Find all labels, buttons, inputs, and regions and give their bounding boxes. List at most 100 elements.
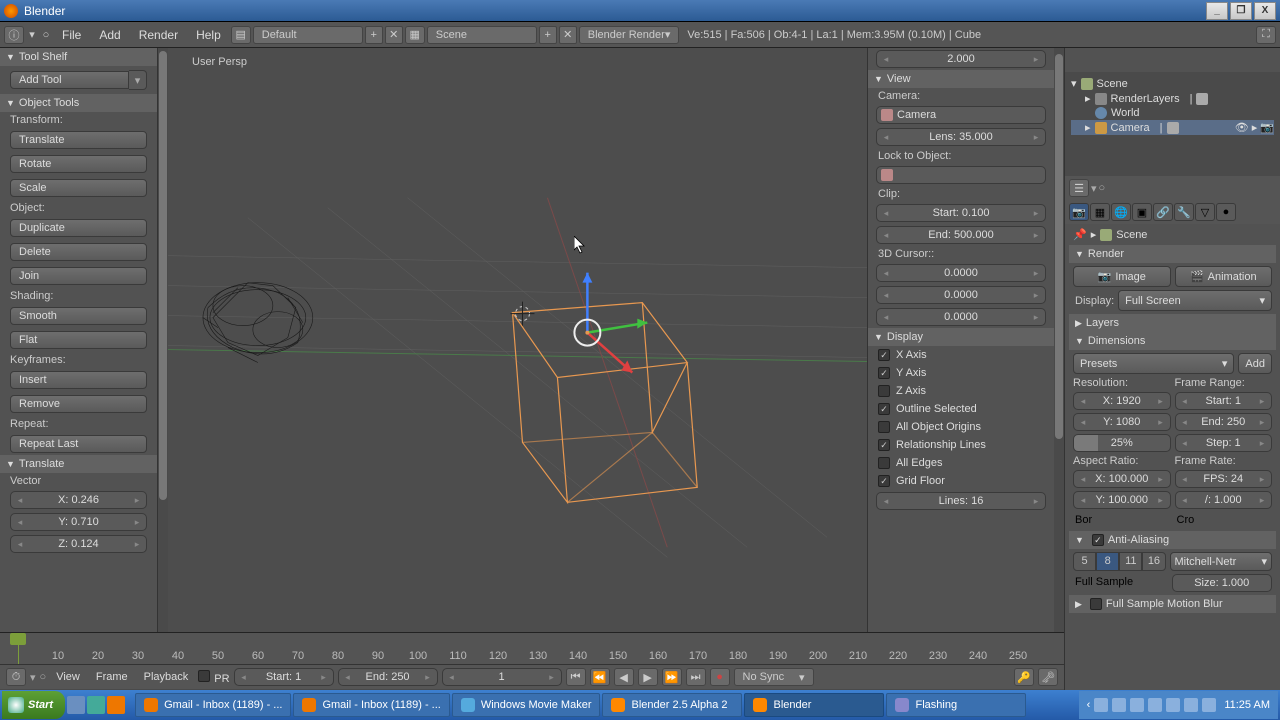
vector-x-field[interactable]: ◂X: 0.246▸ <box>10 491 147 509</box>
delete-keying-button[interactable]: 🗝 <box>1038 668 1058 686</box>
maximize-button[interactable]: ❐ <box>1230 2 1252 20</box>
border-checkbox[interactable]: Bor <box>1073 512 1171 528</box>
dimensions-panel-header[interactable]: ▼Dimensions <box>1069 332 1276 350</box>
screen-layout-select[interactable]: Default <box>253 26 363 44</box>
jump-start-button[interactable]: ⏮ <box>566 668 586 686</box>
chevron-down-icon[interactable]: ▾ <box>26 26 38 44</box>
3d-viewport[interactable]: User Persp (1) Cube ▣ ▾○ View Select Obj… <box>168 48 868 690</box>
tab-render[interactable]: 📷 <box>1069 203 1089 221</box>
vector-y-field[interactable]: ◂Y: 0.710▸ <box>10 513 147 531</box>
outline-checkbox[interactable]: Outline Selected <box>868 400 1054 418</box>
tab-material[interactable]: ● <box>1216 203 1236 221</box>
view-panel-header[interactable]: ▼View <box>868 70 1054 88</box>
outliner-world-row[interactable]: World <box>1071 106 1274 120</box>
menu-add[interactable]: Add <box>91 28 128 42</box>
fps-field[interactable]: ◂FPS: 24▸ <box>1175 470 1273 488</box>
camera-field[interactable]: Camera <box>876 106 1046 124</box>
filter-size-field[interactable]: Size: 1.000 <box>1172 574 1273 592</box>
quicklaunch-desktop-icon[interactable] <box>67 696 85 714</box>
render-image-button[interactable]: 📷Image <box>1073 266 1171 287</box>
res-x-field[interactable]: ◂X: 1920▸ <box>1073 392 1171 410</box>
frame-end-field[interactable]: ◂End: 250▸ <box>1175 413 1273 431</box>
lens-field[interactable]: ◂Lens: 35.000▸ <box>876 128 1046 146</box>
quicklaunch-ie-icon[interactable] <box>87 696 105 714</box>
alledges-checkbox[interactable]: All Edges <box>868 454 1054 472</box>
lock-object-field[interactable] <box>876 166 1046 184</box>
delete-button[interactable]: Delete <box>10 243 147 261</box>
timeline-frame-menu[interactable]: Frame <box>90 671 134 683</box>
aa-filter-select[interactable]: Mitchell-Netr▾ <box>1170 552 1273 571</box>
aspect-y-field[interactable]: ◂Y: 100.000▸ <box>1073 491 1171 509</box>
end-frame-field[interactable]: ◂End: 250▸ <box>338 668 438 686</box>
outliner-tree[interactable]: ▾Scene ▸RenderLayers| World ▸Camera|👁 ▸ … <box>1065 72 1280 176</box>
scene-browse-icon[interactable]: ▦ <box>405 26 425 44</box>
prev-keyframe-button[interactable]: ⏪ <box>590 668 610 686</box>
taskbar-task[interactable]: Gmail - Inbox (1189) - ... <box>293 693 449 717</box>
toolshelf-scrollbar[interactable] <box>158 48 168 690</box>
tray-icon[interactable] <box>1112 698 1126 712</box>
origins-checkbox[interactable]: All Object Origins <box>868 418 1054 436</box>
xaxis-checkbox[interactable]: X Axis <box>868 346 1054 364</box>
tray-clock[interactable]: 11:25 AM <box>1224 699 1270 711</box>
add-tool-button[interactable]: Add Tool <box>10 71 129 89</box>
add-layout-button[interactable]: + <box>365 26 383 44</box>
add-scene-button[interactable]: + <box>539 26 557 44</box>
aa-8[interactable]: 8 <box>1096 552 1119 571</box>
tray-icon[interactable] <box>1184 698 1198 712</box>
tray-icon[interactable] <box>1130 698 1144 712</box>
tool-shelf-header[interactable]: ▼Tool Shelf <box>0 48 157 66</box>
menu-help[interactable]: Help <box>188 28 229 42</box>
system-tray[interactable]: ‹ 11:25 AM <box>1079 691 1278 719</box>
tab-constraints[interactable]: 🔗 <box>1153 203 1173 221</box>
vector-z-field[interactable]: ◂Z: 0.124▸ <box>10 535 147 553</box>
aa-5[interactable]: 5 <box>1073 552 1096 571</box>
aa-16[interactable]: 16 <box>1142 552 1165 571</box>
duplicate-button[interactable]: Duplicate <box>10 219 147 237</box>
scale-button[interactable]: Scale <box>10 179 147 197</box>
outliner-renderlayers-row[interactable]: ▸RenderLayers| <box>1071 91 1274 106</box>
timeline-playback-menu[interactable]: Playback <box>138 671 195 683</box>
tab-object[interactable]: ▣ <box>1132 203 1152 221</box>
relationship-checkbox[interactable]: Relationship Lines <box>868 436 1054 454</box>
aa-11[interactable]: 11 <box>1119 552 1142 571</box>
timeline-view-menu[interactable]: View <box>50 671 86 683</box>
remove-keyframe-button[interactable]: Remove <box>10 395 147 413</box>
taskbar-task[interactable]: Blender 2.5 Alpha 2 <box>602 693 742 717</box>
auto-keyframe-button[interactable]: ● <box>710 668 730 686</box>
zaxis-checkbox[interactable]: Z Axis <box>868 382 1054 400</box>
tray-icon[interactable] <box>1148 698 1162 712</box>
pr-checkbox[interactable]: PR <box>198 670 229 685</box>
crop-checkbox[interactable]: Cro <box>1175 512 1273 528</box>
motion-blur-header[interactable]: ▶Full Sample Motion Blur <box>1069 595 1276 613</box>
menu-render[interactable]: Render <box>131 28 186 42</box>
add-tool-dropdown[interactable]: ▾ <box>129 70 147 90</box>
yaxis-checkbox[interactable]: Y Axis <box>868 364 1054 382</box>
presets-select[interactable]: Presets▾ <box>1073 353 1234 374</box>
jump-end-button[interactable]: ⏭ <box>686 668 706 686</box>
back-to-previous-icon[interactable]: ⛶ <box>1256 26 1276 44</box>
play-button[interactable]: ▶ <box>638 668 658 686</box>
layers-panel-header[interactable]: ▶Layers <box>1069 314 1276 332</box>
render-engine-select[interactable]: Blender Render▾ <box>579 26 680 44</box>
quicklaunch-firefox-icon[interactable] <box>107 696 125 714</box>
outliner-scene-row[interactable]: ▾Scene <box>1071 76 1274 91</box>
menu-collapse-icon[interactable]: ○ <box>40 26 52 44</box>
res-pct-field[interactable]: 25% <box>1073 434 1171 452</box>
sync-mode-select[interactable]: No Sync▾ <box>734 668 814 686</box>
top-number-field[interactable]: ◂2.000▸ <box>876 50 1046 68</box>
tab-data[interactable]: ▽ <box>1195 203 1215 221</box>
add-preset-button[interactable]: Add <box>1238 353 1272 374</box>
insert-keyframe-button[interactable]: Insert <box>10 371 147 389</box>
tab-scene[interactable]: ▦ <box>1090 203 1110 221</box>
translate-panel-header[interactable]: ▼Translate <box>0 455 157 473</box>
flat-button[interactable]: Flat <box>10 331 147 349</box>
taskbar-task[interactable]: Gmail - Inbox (1189) - ... <box>135 693 291 717</box>
layout-browse-icon[interactable]: ▤ <box>231 26 251 44</box>
next-keyframe-button[interactable]: ⏩ <box>662 668 682 686</box>
remove-layout-button[interactable]: ✕ <box>385 26 403 44</box>
clip-start-field[interactable]: ◂Start: 0.100▸ <box>876 204 1046 222</box>
tab-world[interactable]: 🌐 <box>1111 203 1131 221</box>
taskbar-task[interactable]: Flashing <box>886 693 1026 717</box>
menu-file[interactable]: File <box>54 28 89 42</box>
cursor-z-field[interactable]: ◂0.0000▸ <box>876 308 1046 326</box>
